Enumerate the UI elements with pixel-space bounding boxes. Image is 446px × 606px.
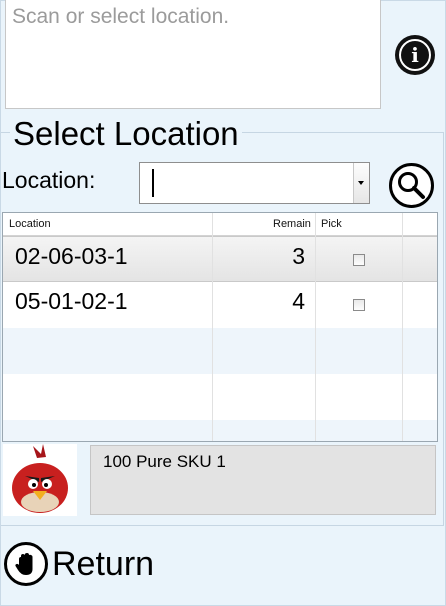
column-header-pick[interactable]: Pick [321,218,342,230]
column-header-remain[interactable]: Remain [273,218,311,230]
location-combobox[interactable] [139,162,370,204]
row-remain: 3 [292,243,305,269]
pick-checkbox[interactable] [353,254,365,266]
dropdown-arrow-button[interactable] [353,163,369,203]
red-bird-icon [12,444,68,513]
stop-hand-icon [4,542,48,586]
location-label: Location: [2,167,96,193]
table-row[interactable]: 05-01-02-1 4 [3,282,437,328]
empty-row [3,420,437,441]
row-remain: 4 [292,288,305,314]
section-title: Select Location [10,114,242,154]
text-cursor [152,169,154,197]
column-divider [402,213,403,441]
product-name: 100 Pure SKU 1 [103,452,226,471]
empty-row [3,374,437,420]
search-button[interactable] [389,163,434,208]
instruction-box[interactable]: Scan or select location. [5,0,381,109]
instruction-text: Scan or select location. [12,5,230,28]
column-divider [212,213,213,441]
info-icon: i [399,39,431,71]
return-button[interactable]: Return [4,542,154,586]
column-header-location[interactable]: Location [9,218,51,230]
product-name-box: 100 Pure SKU 1 [90,445,436,515]
grid-header: Location Remain Pick [3,213,437,236]
table-row[interactable]: 02-06-03-1 3 [3,236,437,282]
pick-checkbox[interactable] [353,299,365,311]
empty-row [3,328,437,374]
product-image [3,444,77,516]
column-divider [315,213,316,441]
return-label: Return [52,544,155,583]
info-button[interactable]: i [395,35,435,75]
search-icon [398,172,425,199]
row-location: 05-01-02-1 [15,288,128,314]
row-location: 02-06-03-1 [15,243,128,269]
locations-grid[interactable]: Location Remain Pick 02-06-03-1 3 05-01-… [2,212,438,442]
